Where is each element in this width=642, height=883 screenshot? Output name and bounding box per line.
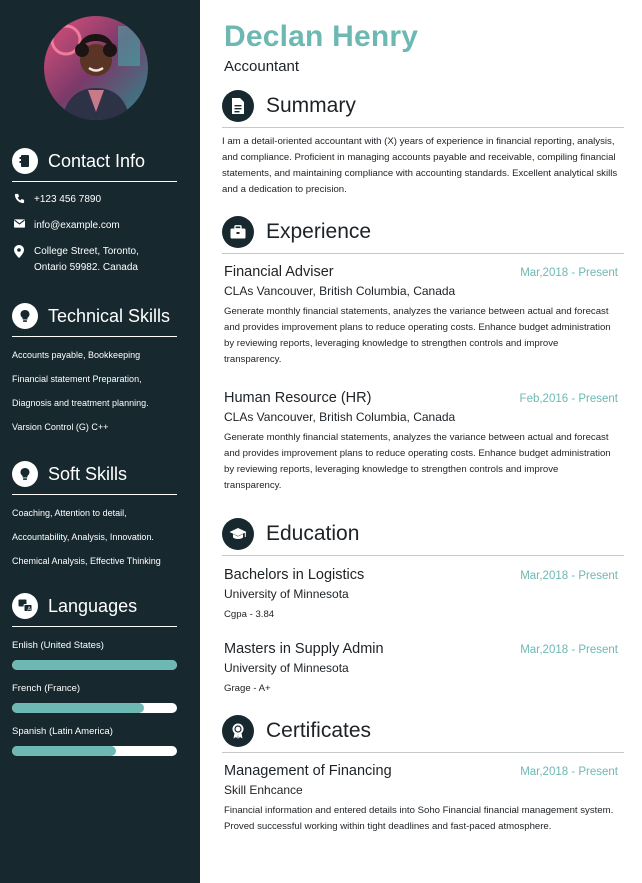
language-item: French (France) [12, 683, 177, 713]
entry-date: Mar,2018 - Present [520, 570, 618, 582]
language-level-bar [12, 746, 177, 756]
divider [12, 181, 177, 182]
summary-section: Summary I am a detail-oriented accountan… [222, 90, 624, 198]
translate-icon: A [12, 593, 38, 619]
divider [222, 752, 624, 753]
graduation-cap-icon [222, 518, 254, 550]
entry-title: Management of Financing [224, 763, 392, 779]
soft-skill-item: Chemical Analysis, Effective Thinking [12, 556, 161, 566]
language-level-fill [12, 703, 144, 713]
education-entry: Masters in Supply Admin Mar,2018 - Prese… [224, 641, 618, 694]
certificates-section: Certificates [222, 715, 624, 753]
language-item: Spanish (Latin America) [12, 726, 177, 756]
divider [222, 253, 624, 254]
education-title: Education [266, 522, 360, 545]
candidate-name: Declan Henry [224, 20, 419, 53]
experience-entry: Human Resource (HR) Feb,2016 - Present C… [224, 390, 618, 494]
entry-description: Generate monthly financial statements, a… [224, 432, 611, 491]
entry-organization: CLAs Vancouver, British Columbia, Canada [224, 410, 456, 424]
language-name: French (France) [12, 683, 81, 694]
address-line-1: College Street, Toronto, [34, 246, 139, 257]
email-text: info@example.com [34, 220, 120, 231]
phone-text: +123 456 7890 [34, 194, 102, 205]
language-name: Enlish (United States) [12, 640, 104, 651]
technical-skill-item: Varsion Control (G) C++ [12, 422, 109, 432]
certificates-title: Certificates [266, 719, 372, 742]
divider [222, 127, 624, 128]
entry-description: Generate monthly financial statements, a… [224, 306, 611, 365]
entry-organization: Skill Enhcance [224, 783, 303, 797]
main-content: Declan Henry Accountant Summary I am a d… [200, 0, 642, 883]
contact-title: Contact Info [48, 150, 146, 171]
education-section: Education [222, 518, 624, 556]
address-line-2: Ontario 59982. Canada [34, 262, 138, 273]
experience-entry: Financial Adviser Mar,2018 - Present CLA… [224, 264, 618, 368]
sidebar: Contact Info +123 456 7890 info@example.… [0, 0, 200, 883]
education-entry: Bachelors in Logistics Mar,2018 - Presen… [224, 567, 618, 620]
contact-address: College Street, Toronto, Ontario 59982. … [12, 244, 177, 276]
divider [12, 494, 177, 495]
phone-icon [12, 193, 26, 204]
soft-skills-section: Soft Skills Coaching, Attention to detai… [12, 460, 177, 567]
contact-phone[interactable]: +123 456 7890 [12, 192, 177, 208]
experience-title: Experience [266, 220, 372, 243]
language-level-fill [12, 660, 177, 670]
summary-title: Summary [266, 94, 356, 117]
technical-skills-title: Technical Skills [48, 305, 171, 326]
language-name: Spanish (Latin America) [12, 726, 113, 737]
language-level-bar [12, 703, 177, 713]
technical-skill-item: Diagnosis and treatment planning. [12, 398, 149, 408]
contact-card-icon [12, 148, 38, 174]
entry-grade: Cgpa - 3.84 [224, 609, 275, 620]
contact-email[interactable]: info@example.com [12, 218, 177, 234]
certificate-entry: Management of Financing Mar,2018 - Prese… [224, 763, 618, 835]
soft-skill-item: Accountability, Analysis, Innovation. [12, 532, 154, 542]
entry-organization: University of Minnesota [224, 661, 349, 675]
briefcase-icon [222, 216, 254, 248]
email-icon [12, 219, 26, 228]
entry-date: Mar,2018 - Present [520, 644, 618, 656]
entry-organization: CLAs Vancouver, British Columbia, Canada [224, 284, 456, 298]
divider [12, 336, 177, 337]
avatar [44, 16, 148, 120]
technical-skills-section: Technical Skills Accounts payable, Bookk… [12, 302, 177, 433]
languages-title: Languages [48, 595, 138, 616]
entry-grade: Grage - A+ [224, 683, 271, 694]
lightbulb-icon [12, 461, 38, 487]
location-pin-icon [12, 245, 26, 258]
award-ribbon-icon [222, 715, 254, 747]
entry-description: Financial information and entered detail… [224, 805, 614, 832]
language-level-bar [12, 660, 177, 670]
entry-date: Feb,2016 - Present [519, 393, 618, 405]
experience-section: Experience [222, 216, 624, 254]
divider [12, 626, 177, 627]
technical-skill-item: Financial statement Preparation, [12, 374, 142, 384]
language-level-fill [12, 746, 116, 756]
entry-title: Bachelors in Logistics [224, 567, 365, 583]
soft-skill-item: Coaching, Attention to detail, [12, 508, 127, 518]
document-icon [222, 90, 254, 122]
entry-title: Masters in Supply Admin [224, 641, 384, 657]
candidate-role: Accountant [224, 58, 300, 75]
svg-text:A: A [27, 606, 31, 612]
languages-section: A Languages Enlish (United States) Frenc… [12, 592, 177, 756]
divider [222, 555, 624, 556]
soft-skills-title: Soft Skills [48, 463, 128, 484]
entry-title: Human Resource (HR) [224, 390, 372, 406]
entry-date: Mar,2018 - Present [520, 267, 618, 279]
lightbulb-icon [12, 303, 38, 329]
entry-date: Mar,2018 - Present [520, 766, 618, 778]
language-item: Enlish (United States) [12, 640, 177, 670]
entry-organization: University of Minnesota [224, 587, 349, 601]
technical-skill-item: Accounts payable, Bookkeeping [12, 350, 141, 360]
summary-text: I am a detail-oriented accountant with (… [222, 136, 618, 195]
entry-title: Financial Adviser [224, 264, 334, 280]
contact-section: Contact Info +123 456 7890 info@example.… [12, 147, 177, 276]
